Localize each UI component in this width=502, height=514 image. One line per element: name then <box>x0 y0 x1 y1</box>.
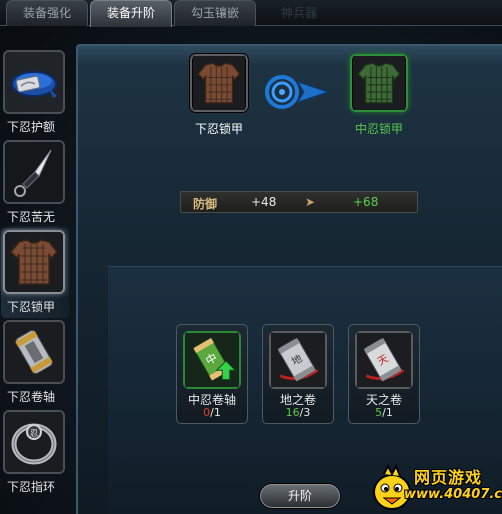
panel-highlight <box>78 46 502 66</box>
material-need: 3 <box>303 406 311 419</box>
material-count: 0/1 <box>177 406 247 419</box>
ring-icon: 忍 <box>3 410 65 474</box>
logo-text-url: www.40407.com <box>404 487 502 502</box>
sidebar-item-label: 下忍苦无 <box>7 210 56 224</box>
green-scroll-icon: 中 <box>183 331 241 389</box>
earth-scroll-icon: 地 <box>269 331 327 389</box>
sidebar-item-scroll[interactable]: 下忍卷轴 <box>1 318 69 408</box>
heaven-scroll-icon: 天 <box>355 331 413 389</box>
stat-comparison-bar: 防御 +48 ➤ +68 <box>180 191 418 213</box>
site-logo: 网页游戏 www.40407.com <box>370 462 502 514</box>
sidebar-item-headband[interactable]: 下忍护额 <box>1 48 69 138</box>
stat-old-value: +48 <box>251 195 277 209</box>
equipment-list: 下忍护额 下忍苦无 下忍锁甲 下忍卷轴 忍 下忍指环 <box>0 44 70 514</box>
sidebar-item-label: 下忍锁甲 <box>7 300 56 314</box>
sidebar-item-label: 下忍卷轴 <box>7 390 56 404</box>
tab-gem-inlay[interactable]: 勾玉镶嵌 <box>174 0 256 26</box>
material-count: 5/1 <box>349 406 419 419</box>
tab-bar: 装备强化 装备升阶 勾玉镶嵌 神兵器 <box>0 0 502 27</box>
stat-new-value: +68 <box>353 195 379 209</box>
stat-arrow-icon: ➤ <box>305 195 316 209</box>
tab-enhance[interactable]: 装备强化 <box>6 0 88 26</box>
svg-text:忍: 忍 <box>30 429 38 438</box>
sidebar-item-chain-armor[interactable]: 下忍锁甲 <box>1 228 69 318</box>
material-have: 16 <box>285 406 300 419</box>
scroll-icon <box>3 320 65 384</box>
material-need: 1 <box>385 406 393 419</box>
target-item-slot[interactable] <box>350 54 408 112</box>
chain-armor-icon <box>192 56 246 110</box>
swirl-arrow-icon <box>264 74 330 110</box>
material-need: 1 <box>213 406 221 419</box>
material-slot-earth-scroll[interactable]: 地 地之卷 16/3 <box>262 324 334 424</box>
tab-upgrade[interactable]: 装备升阶 <box>90 0 172 27</box>
chain-armor-icon <box>3 230 65 294</box>
upgrade-panel: 下忍锁甲 中忍锁甲 防御 +48 ➤ +68 中 中忍卷轴 0/1 地 地之卷 … <box>76 44 502 514</box>
sidebar-item-label: 下忍护额 <box>7 120 56 134</box>
upgrade-button[interactable]: 升阶 <box>260 484 340 508</box>
headband-icon <box>3 50 65 114</box>
sidebar-item-ring[interactable]: 忍 下忍指环 <box>1 408 69 498</box>
material-count: 16/3 <box>263 406 333 419</box>
material-slot-chunin-scroll[interactable]: 中 中忍卷轴 0/1 <box>176 324 248 424</box>
chain-armor-icon <box>352 56 406 110</box>
equipment-window: 装备强化 装备升阶 勾玉镶嵌 神兵器 下忍护额 下忍苦无 下忍锁甲 下忍卷轴 忍… <box>0 0 502 514</box>
material-slot-heaven-scroll[interactable]: 天 天之卷 5/1 <box>348 324 420 424</box>
logo-text-main: 网页游戏 <box>414 468 483 487</box>
kunai-icon <box>3 140 65 204</box>
source-item-slot[interactable] <box>190 54 248 112</box>
tab-divine-weapon[interactable]: 神兵器 <box>258 0 340 26</box>
stat-label: 防御 <box>193 197 218 211</box>
sidebar-item-label: 下忍指环 <box>7 480 56 494</box>
target-item-name: 中忍锁甲 <box>354 122 403 136</box>
sidebar-item-kunai[interactable]: 下忍苦无 <box>1 138 69 228</box>
source-item-name: 下忍锁甲 <box>194 122 243 136</box>
